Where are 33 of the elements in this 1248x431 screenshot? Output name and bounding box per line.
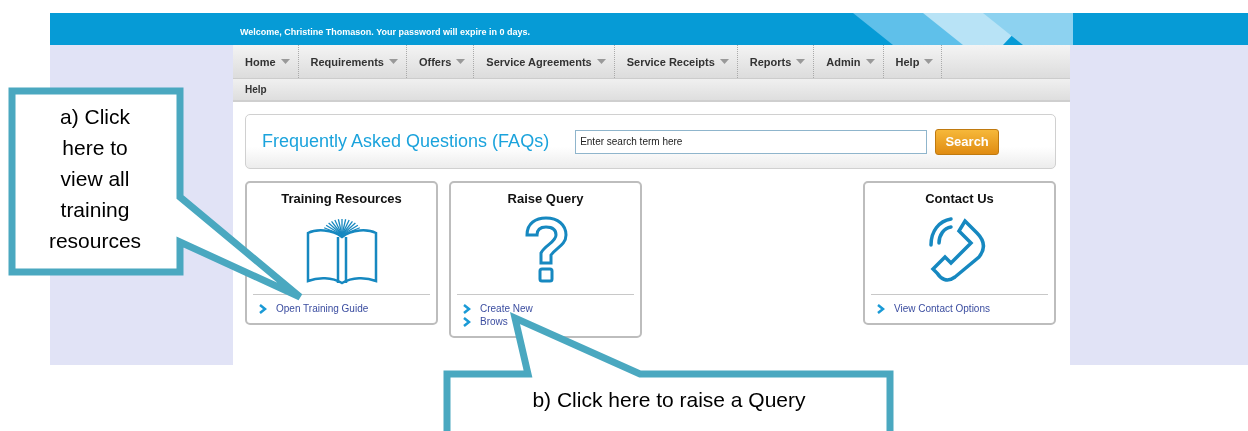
card-link[interactable]: Brows [480,316,508,327]
chevron-icon [463,303,471,314]
welcome-message: Welcome, Christine Thomason. Your password will expire in 0 days. [240,27,531,37]
menu-item[interactable]: Help [883,45,943,78]
caret-icon [388,59,398,64]
menu-item[interactable]: Home [233,45,299,78]
caret-icon [280,59,290,64]
search-field[interactable]: Enter search term here [575,129,928,154]
card-link[interactable]: Open Training Guide [276,303,369,314]
caret-icon [596,59,606,64]
faq-title: Frequently Asked Questions (FAQs) [262,131,550,152]
caret-icon [865,59,875,64]
callout-text: b) Click here to raise a Query [531,387,807,413]
menu-item[interactable]: Admin [814,45,884,78]
menu-item[interactable]: Reports [737,45,815,78]
card-title: Training Resources [281,191,402,206]
card-title: Raise Query [507,191,584,206]
caret-icon [719,59,729,64]
caret-icon [456,59,466,64]
page-title: Help [245,84,267,95]
menu-item[interactable]: Service Receipts [614,45,738,78]
caret-icon [924,59,934,64]
chevron-icon [259,303,267,314]
card-link[interactable]: Create New [480,303,533,314]
card-title: Contact Us [925,191,994,206]
menu-item[interactable]: Service Agreements [474,45,615,78]
menu-item[interactable]: Requirements [298,45,407,78]
chevron-icon [463,316,471,327]
chevron-icon [877,303,885,314]
menu-item[interactable]: Offers [406,45,475,78]
card-link[interactable]: View Contact Options [894,303,990,314]
callout-text: a) Click here to view all training resources [47,104,143,254]
caret-icon [796,59,806,64]
